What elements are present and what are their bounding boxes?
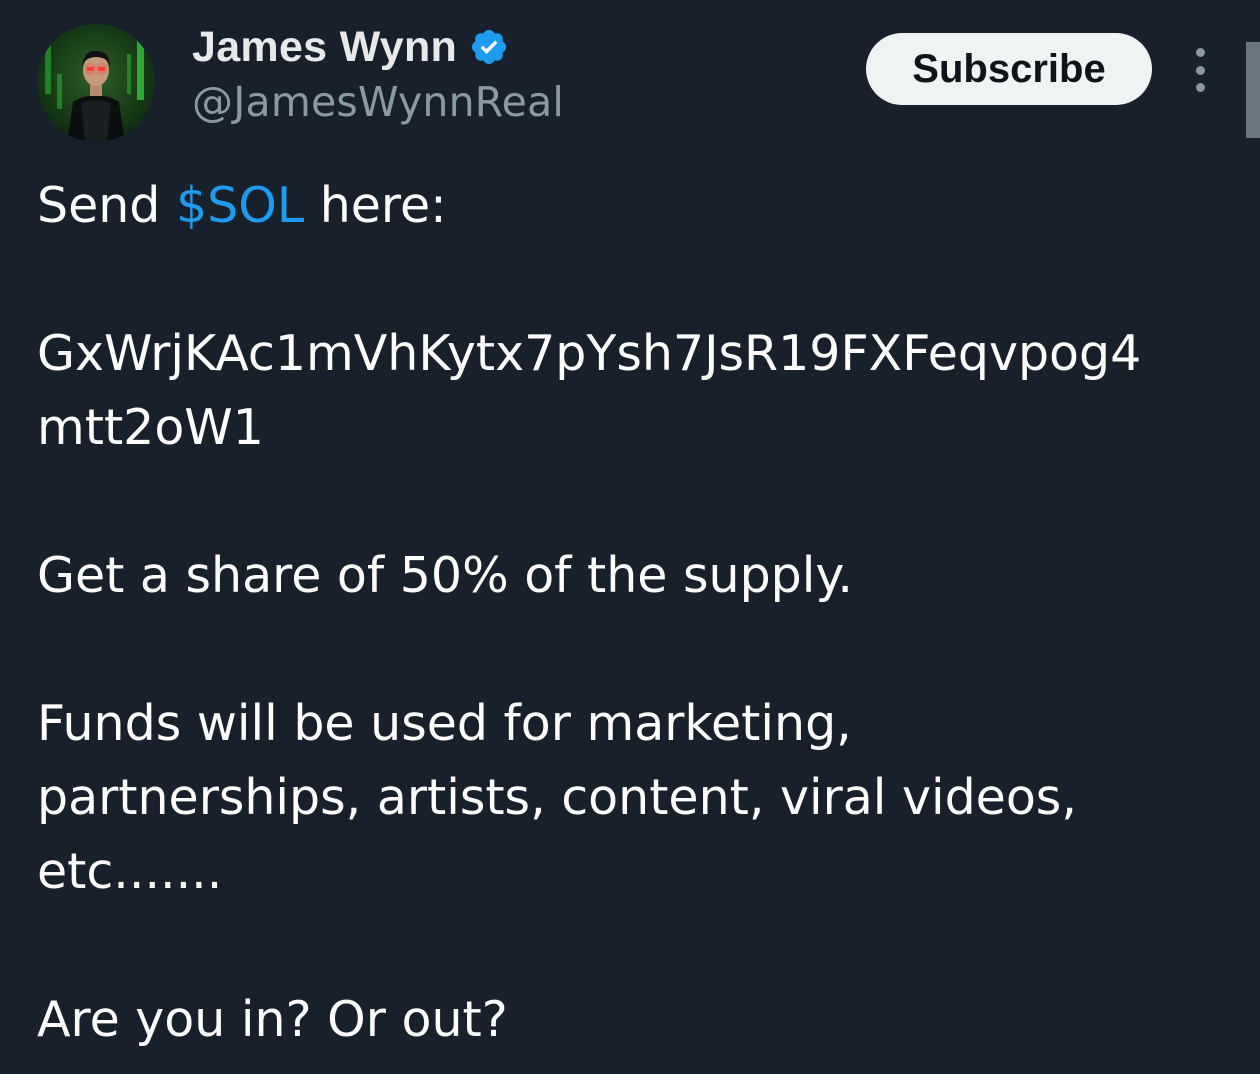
author-handle[interactable]: @JamesWynnReal bbox=[192, 78, 564, 126]
wallet-address-line-2: mtt2oW1 bbox=[37, 399, 264, 456]
tweet-line-question: Are you in? Or out? bbox=[37, 991, 508, 1048]
tweet-line-funds-2: partnerships, artists, content, viral vi… bbox=[37, 769, 1077, 826]
more-vertical-icon[interactable] bbox=[1184, 48, 1216, 92]
author-avatar[interactable] bbox=[37, 24, 155, 142]
tweet-line-supply: Get a share of 50% of the supply. bbox=[37, 547, 853, 604]
tweet-text-segment: here: bbox=[304, 177, 447, 234]
tweet-line-send: Send $SOL here: bbox=[37, 169, 447, 243]
verified-badge-icon[interactable] bbox=[469, 27, 509, 67]
more-dot bbox=[1195, 48, 1205, 57]
tweet-page: James Wynn @JamesWynnReal Subscribe Send… bbox=[0, 0, 1260, 1074]
author-display-name[interactable]: James Wynn bbox=[192, 23, 457, 72]
tweet-line-funds-3: etc....... bbox=[37, 843, 223, 900]
more-dot bbox=[1195, 83, 1205, 92]
tweet-line-funds-1: Funds will be used for marketing, bbox=[37, 695, 852, 752]
author-name-row: James Wynn bbox=[192, 22, 509, 72]
subscribe-button[interactable]: Subscribe bbox=[866, 33, 1152, 105]
wallet-address-line-1: GxWrjKAc1mVhKytx7pYsh7JsR19FXFeqvpog4 bbox=[37, 325, 1142, 382]
cashtag-link[interactable]: $SOL bbox=[176, 177, 304, 234]
avatar-image bbox=[45, 30, 144, 142]
tweet-text-segment: Send bbox=[37, 177, 176, 234]
more-dot bbox=[1195, 65, 1205, 75]
scrollbar-thumb[interactable] bbox=[1246, 42, 1260, 138]
